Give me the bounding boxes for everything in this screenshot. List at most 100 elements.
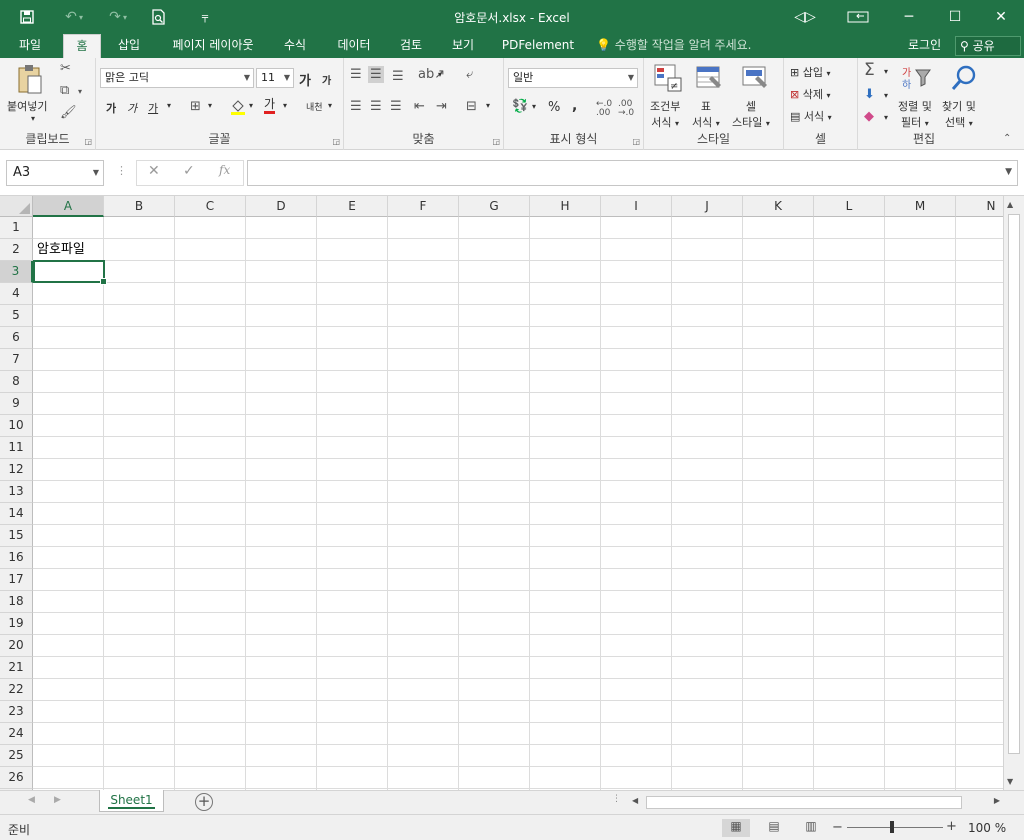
column-header-h[interactable]: H: [530, 196, 601, 217]
row-header-23[interactable]: 23: [0, 701, 33, 723]
zoom-out-button[interactable]: −: [832, 820, 843, 835]
column-header-f[interactable]: F: [388, 196, 459, 217]
middle-align-icon[interactable]: ☰: [368, 66, 384, 83]
fill-color-dropdown-icon[interactable]: ▾: [249, 101, 253, 110]
expand-formula-icon[interactable]: ▼: [1005, 167, 1012, 177]
minimize-button[interactable]: ─: [886, 0, 932, 34]
row-header-25[interactable]: 25: [0, 745, 33, 767]
column-header-d[interactable]: D: [246, 196, 317, 217]
row-header-14[interactable]: 14: [0, 503, 33, 525]
increase-decimal-icon[interactable]: ←.0.00: [596, 100, 612, 118]
orientation-dropdown-icon[interactable]: ▾: [438, 70, 442, 79]
row-header-18[interactable]: 18: [0, 591, 33, 613]
tab-formulas[interactable]: 수식: [274, 34, 316, 58]
select-all-button[interactable]: [0, 196, 33, 217]
autosum-dropdown-icon[interactable]: ▾: [884, 67, 888, 76]
font-size-combo[interactable]: 11 ▼: [256, 68, 294, 88]
name-box[interactable]: A3 ▼: [6, 160, 104, 186]
tab-data[interactable]: 데이터: [326, 34, 382, 58]
copy-icon[interactable]: ⧉: [60, 84, 69, 97]
vertical-scroll-thumb[interactable]: [1008, 214, 1020, 754]
format-as-table-button[interactable]: 표 서식 ▾: [692, 98, 720, 130]
close-button[interactable]: ✕: [978, 0, 1024, 34]
ribbon-options-icon[interactable]: [835, 0, 881, 34]
cell-area[interactable]: [33, 217, 1003, 790]
number-format-combo[interactable]: 일반 ▼: [508, 68, 638, 88]
decrease-indent-icon[interactable]: ⇤: [414, 100, 425, 113]
zoom-slider-thumb[interactable]: [890, 821, 894, 833]
grow-font-button[interactable]: 가: [299, 70, 311, 89]
row-header-22[interactable]: 22: [0, 679, 33, 701]
scroll-left-icon[interactable]: ◀: [632, 796, 638, 805]
find-select-icon[interactable]: [950, 64, 978, 95]
column-header-k[interactable]: K: [743, 196, 814, 217]
cell-a2[interactable]: 암호파일: [37, 239, 85, 261]
vertical-scrollbar[interactable]: ▲ ▼: [1003, 196, 1024, 790]
tab-file[interactable]: 파일: [8, 34, 52, 58]
enter-entry-button[interactable]: ✓: [183, 163, 195, 179]
row-header-21[interactable]: 21: [0, 657, 33, 679]
clear-icon[interactable]: ◆: [864, 110, 874, 123]
font-color-dropdown-icon[interactable]: ▾: [283, 101, 287, 110]
italic-button[interactable]: 가: [127, 100, 137, 116]
format-cells-button[interactable]: ▤ 서식 ▾: [790, 108, 832, 124]
formula-input[interactable]: ▼: [247, 160, 1018, 186]
row-header-2[interactable]: 2: [0, 239, 33, 261]
bottom-align-icon[interactable]: ☰: [392, 70, 404, 83]
row-header-12[interactable]: 12: [0, 459, 33, 481]
cancel-entry-button[interactable]: ✕: [148, 163, 160, 179]
underline-dropdown-icon[interactable]: ▾: [167, 101, 171, 110]
cell-styles-icon[interactable]: [742, 64, 770, 95]
find-select-button[interactable]: 찾기 및 선택 ▾: [942, 98, 976, 130]
delete-cells-button[interactable]: ⊠ 삭제 ▾: [790, 86, 830, 102]
shrink-font-button[interactable]: 가: [322, 72, 331, 87]
login-link[interactable]: 로그인: [908, 34, 941, 58]
paste-icon[interactable]: [16, 64, 44, 99]
column-header-i[interactable]: I: [601, 196, 672, 217]
row-header-4[interactable]: 4: [0, 283, 33, 305]
column-header-c[interactable]: C: [175, 196, 246, 217]
formula-bar-grip-icon[interactable]: ⋮: [116, 164, 127, 177]
prev-sheet-icon[interactable]: ◀: [28, 795, 35, 805]
row-header-11[interactable]: 11: [0, 437, 33, 459]
splitter-grip-icon[interactable]: ⋮: [612, 794, 621, 804]
tab-pdfelement[interactable]: PDFelement: [496, 34, 580, 58]
tab-view[interactable]: 보기: [442, 34, 484, 58]
sort-filter-icon[interactable]: 가하: [902, 64, 932, 93]
currency-dropdown-icon[interactable]: ▾: [532, 102, 536, 111]
phonetic-dropdown-icon[interactable]: ▾: [328, 101, 332, 110]
row-header-3[interactable]: 3: [0, 261, 33, 283]
percent-button[interactable]: %: [548, 100, 560, 115]
insert-cells-button[interactable]: ⊞ 삽입 ▾: [790, 64, 830, 80]
cut-icon[interactable]: ✂: [60, 62, 71, 75]
column-header-g[interactable]: G: [459, 196, 530, 217]
paste-button[interactable]: 붙여넣기: [7, 98, 47, 114]
merge-center-icon[interactable]: ⊟: [466, 100, 477, 113]
horizontal-scrollbar[interactable]: ◀ ▶: [630, 795, 1002, 810]
clear-dropdown-icon[interactable]: ▾: [884, 113, 888, 122]
row-header-5[interactable]: 5: [0, 305, 33, 327]
column-header-j[interactable]: J: [672, 196, 743, 217]
font-name-combo[interactable]: 맑은 고딕 ▼: [100, 68, 254, 88]
scroll-up-icon[interactable]: ▲: [1007, 200, 1013, 209]
borders-dropdown-icon[interactable]: ▾: [208, 101, 212, 110]
active-cell-selection[interactable]: [33, 260, 107, 285]
column-header-b[interactable]: B: [104, 196, 175, 217]
alignment-launcher-icon[interactable]: ◲: [492, 137, 500, 146]
add-sheet-button[interactable]: +: [195, 793, 213, 811]
collapse-ribbon-icon[interactable]: ⌃: [1003, 134, 1011, 144]
scroll-right-icon[interactable]: ▶: [994, 796, 1000, 805]
tab-insert[interactable]: 삽입: [108, 34, 150, 58]
row-header-15[interactable]: 15: [0, 525, 33, 547]
sort-filter-button[interactable]: 정렬 및 필터 ▾: [898, 98, 932, 130]
wrap-text-icon[interactable]: ⤶: [466, 68, 473, 81]
fill-color-icon[interactable]: [230, 98, 246, 119]
row-header-20[interactable]: 20: [0, 635, 33, 657]
number-launcher-icon[interactable]: ◲: [632, 137, 640, 146]
bold-button[interactable]: 가: [106, 100, 116, 116]
row-header-24[interactable]: 24: [0, 723, 33, 745]
page-layout-view-icon[interactable]: ▤: [760, 819, 788, 837]
tab-page-layout[interactable]: 페이지 레이아웃: [158, 34, 268, 58]
ribbon-display-icon[interactable]: ◁▷: [782, 0, 828, 34]
comma-button[interactable]: ,: [572, 98, 577, 114]
